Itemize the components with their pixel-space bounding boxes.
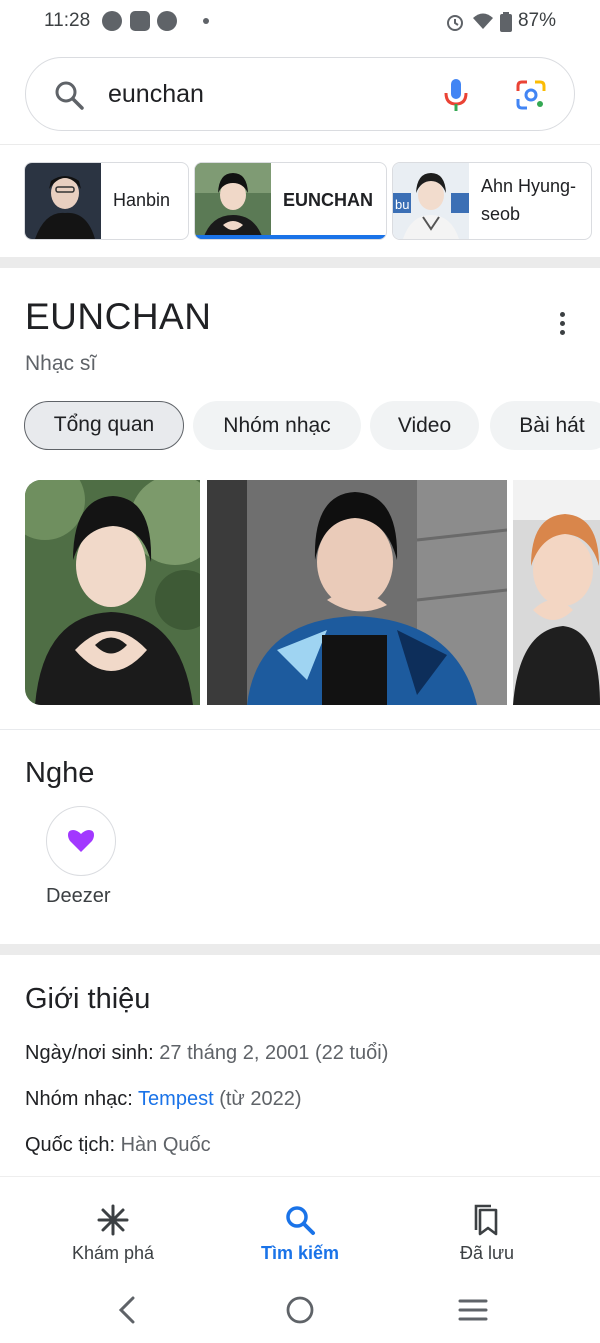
status-time: 11:28 [44,10,91,31]
nationality-value: Hàn Quốc [120,1134,211,1156]
chip-eunchan[interactable]: EUNCHAN [194,162,387,240]
about-birth-row: Ngày/nơi sinh: 27 tháng 2, 2001 (22 tuổi… [25,1042,388,1065]
svg-text:bu: bu [395,197,409,212]
panel-tabs: Tổng quan Nhóm nhạc Video Bài hát [24,401,600,451]
bookmarks-icon [474,1204,498,1236]
tab-video[interactable]: Video [370,401,479,450]
bottom-navigation: Khám phá Tìm kiếm Đã lưu [0,1188,600,1278]
search-icon[interactable] [54,80,84,110]
eunchan-thumbnail [195,163,271,239]
more-options-icon[interactable] [560,312,566,336]
discover-asterisk-icon [97,1204,129,1236]
section-divider [0,257,600,268]
alarm-icon [447,15,463,31]
google-lens-icon[interactable] [515,79,547,111]
tab-overview[interactable]: Tổng quan [24,401,184,450]
nav-saved[interactable]: Đã lưu [387,1188,587,1278]
nav-search[interactable]: Tìm kiếm [200,1188,400,1278]
back-icon[interactable] [116,1296,138,1324]
deezer-heart-icon [67,829,94,852]
search-bar[interactable]: eunchan [25,57,575,131]
more-notifications-dot [203,18,209,24]
chip-ahn-hyung-seob[interactable]: bu Ahn Hyung- seob [392,162,592,240]
nav-discover[interactable]: Khám phá [13,1188,213,1278]
compass-icon [157,11,177,31]
photo-blue-jacket[interactable] [207,480,507,705]
entity-chips: Hanbin EUNCHAN bu Ahn Hyung- seob [24,162,600,240]
deezer-label[interactable]: Deezer [46,885,110,908]
about-group-row: Nhóm nhạc: Tempest (từ 2022) [25,1088,302,1111]
section-divider [0,944,600,955]
group-link[interactable]: Tempest [138,1088,214,1110]
tab-songs[interactable]: Bài hát [490,401,600,450]
nationality-label: Quốc tịch: [25,1134,116,1156]
group-label: Nhóm nhạc: [25,1088,133,1110]
entity-subtitle: Nhạc sĩ [25,352,97,375]
group-suffix: (từ 2022) [219,1088,302,1110]
home-icon[interactable] [286,1296,314,1324]
divider [0,729,600,730]
chip-hanbin[interactable]: Hanbin [24,162,189,240]
page-title: EUNCHAN [25,296,212,337]
ahn-hyung-seob-thumbnail: bu [393,163,469,239]
messenger-icon [102,11,122,31]
search-icon [286,1206,315,1235]
wifi-icon [473,13,493,29]
about-nationality-row: Quốc tịch: Hàn Quốc [25,1134,211,1157]
section-title-listen: Nghe [25,757,95,789]
divider [0,144,600,145]
active-chip-indicator [195,235,386,239]
deezer-button[interactable] [46,806,116,876]
tab-group[interactable]: Nhóm nhạc [193,401,361,450]
search-input[interactable]: eunchan [108,80,204,109]
chip-label: Hanbin [113,190,171,210]
chip-label-line1: Ahn Hyung- [481,176,577,196]
chip-label: EUNCHAN [283,190,373,210]
photo-orange-hair[interactable] [513,480,600,705]
status-bar: 11:28 87% [0,0,600,44]
battery-icon [500,12,512,32]
nav-label: Tìm kiếm [260,1243,340,1263]
zalo-icon [130,11,150,31]
recent-apps-icon[interactable] [458,1296,488,1324]
section-title-about: Giới thiệu [25,983,151,1015]
nav-label: Đã lưu [459,1243,515,1263]
image-carousel [25,480,600,705]
nav-label: Khám phá [71,1243,155,1263]
divider [0,1176,600,1177]
photo-heart-pose[interactable] [25,480,200,705]
battery-level: 87% [517,10,556,31]
birth-value: 27 tháng 2, 2001 (22 tuổi) [159,1042,389,1064]
hanbin-thumbnail [25,163,101,239]
microphone-icon[interactable] [442,77,470,113]
system-navigation-bar [0,1278,600,1343]
chip-label-line2: seob [481,204,521,224]
birth-label: Ngày/nơi sinh: [25,1042,154,1064]
